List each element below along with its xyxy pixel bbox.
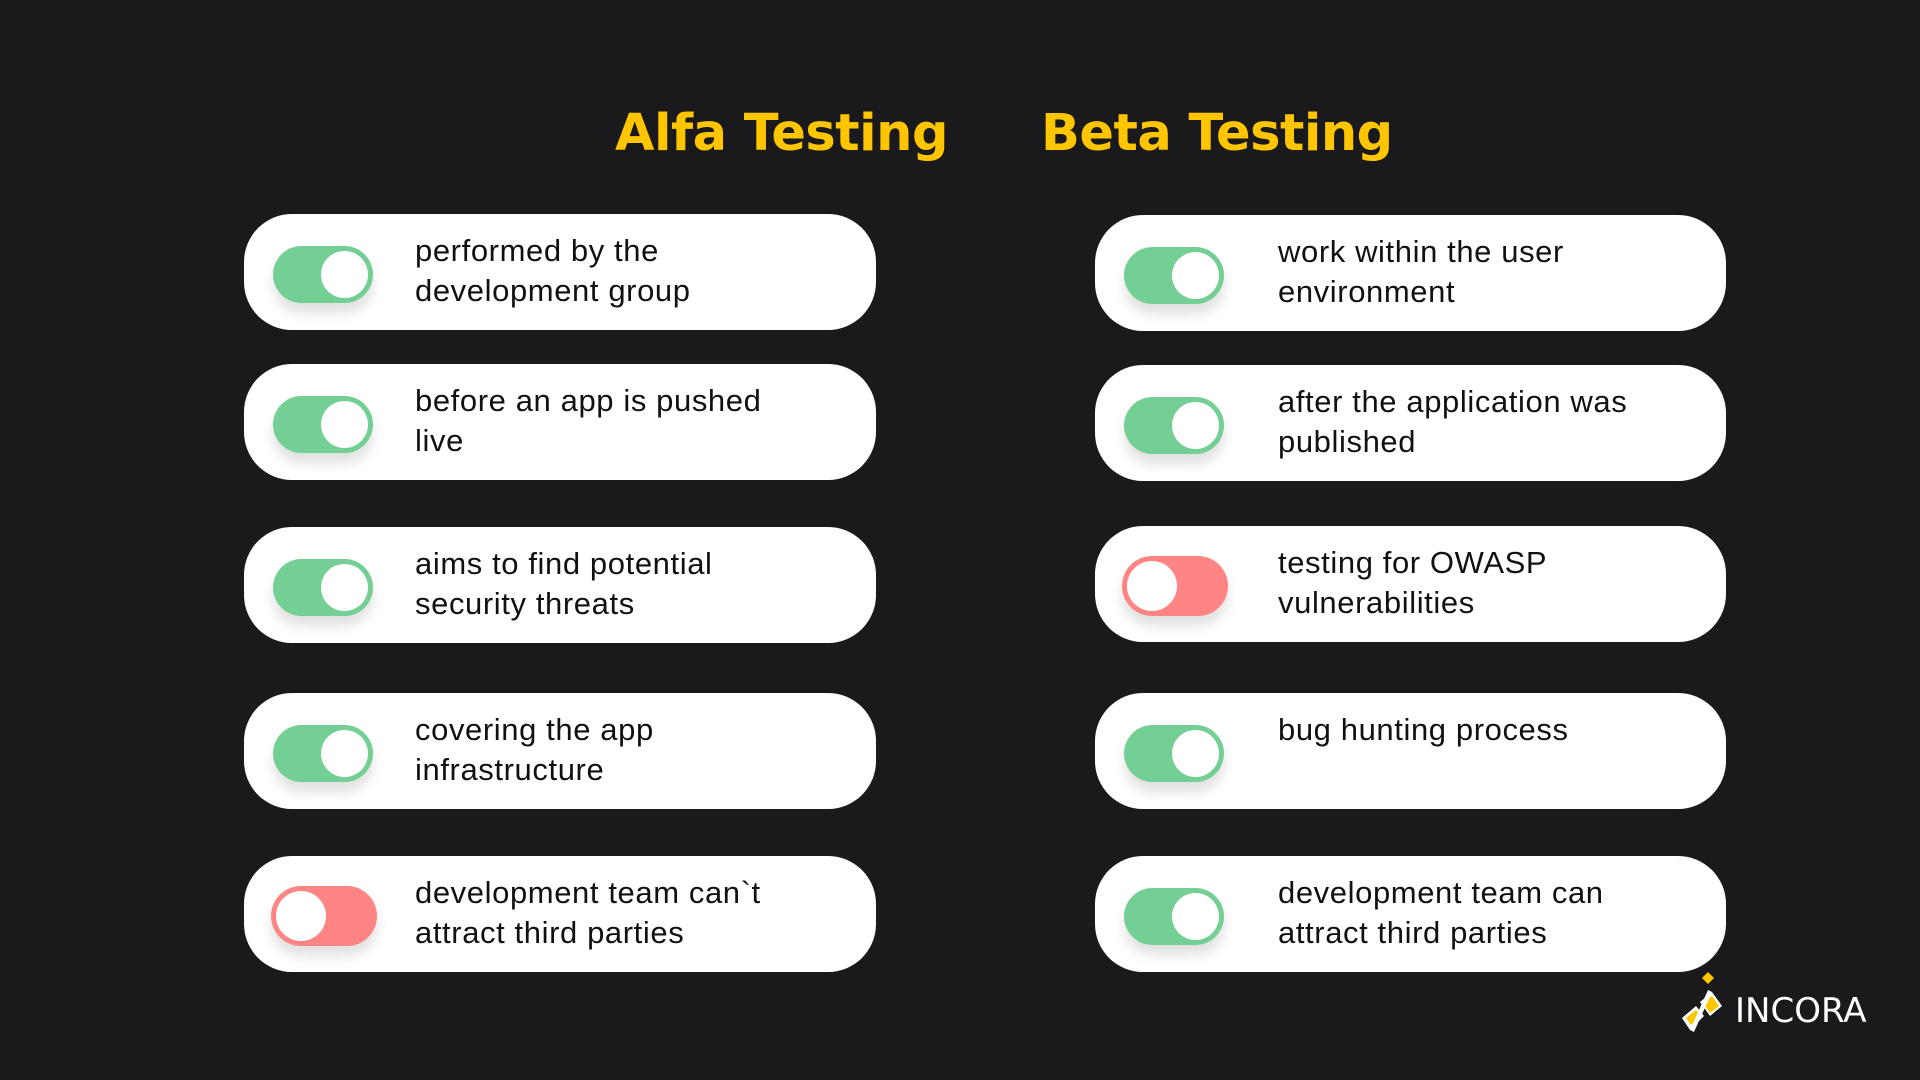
alfa-item-4: covering the app infrastructure — [244, 693, 876, 809]
toggle-knob — [1172, 402, 1219, 449]
alfa-item-2: before an app is pushed live — [244, 364, 876, 480]
toggle-switch[interactable] — [273, 246, 373, 303]
toggle-knob — [1172, 730, 1219, 777]
toggle-switch[interactable] — [1122, 556, 1228, 616]
toggle-knob — [321, 564, 368, 611]
item-text: covering the app infrastructure — [415, 712, 654, 787]
toggle-knob — [321, 251, 368, 298]
alfa-testing-heading: Alfa Testing — [615, 104, 948, 163]
beta-item-5: development team can attract third parti… — [1095, 856, 1726, 972]
toggle-switch[interactable] — [1124, 888, 1224, 945]
item-text: development team can`t attract third par… — [415, 875, 761, 950]
alfa-item-5: development team can`t attract third par… — [244, 856, 876, 972]
beta-testing-heading: Beta Testing — [1041, 104, 1393, 163]
toggle-switch[interactable] — [273, 559, 373, 616]
toggle-knob — [321, 401, 368, 448]
toggle-knob — [321, 730, 368, 777]
toggle-switch[interactable] — [1124, 397, 1224, 454]
alfa-item-3: aims to find potential security threats — [244, 527, 876, 643]
toggle-knob — [1172, 252, 1219, 299]
incora-logo-text: INCORA — [1735, 991, 1867, 1031]
item-text: work within the user environment — [1278, 234, 1564, 309]
beta-item-3: testing for OWASP vulnerabilities — [1095, 526, 1726, 642]
beta-item-2: after the application was published — [1095, 365, 1726, 481]
item-text: before an app is pushed live — [415, 383, 762, 458]
toggle-knob — [1172, 893, 1219, 940]
incora-logo: INCORA — [1674, 972, 1894, 1034]
toggle-switch[interactable] — [1124, 247, 1224, 304]
toggle-knob — [276, 891, 326, 941]
toggle-knob — [1127, 561, 1177, 611]
toggle-switch[interactable] — [273, 396, 373, 453]
toggle-switch[interactable] — [271, 886, 377, 946]
incora-logo-icon — [1682, 972, 1722, 1032]
beta-item-4: bug hunting process — [1095, 693, 1726, 809]
beta-item-1: work within the user environment — [1095, 215, 1726, 331]
item-text: after the application was published — [1278, 384, 1628, 459]
toggle-switch[interactable] — [273, 725, 373, 782]
item-text: performed by the development group — [415, 233, 691, 308]
toggle-switch[interactable] — [1124, 725, 1224, 782]
item-text: bug hunting process — [1278, 712, 1569, 747]
alfa-item-1: performed by the development group — [244, 214, 876, 330]
item-text: development team can attract third parti… — [1278, 875, 1604, 950]
item-text: testing for OWASP vulnerabilities — [1278, 545, 1548, 620]
item-text: aims to find potential security threats — [415, 546, 713, 621]
